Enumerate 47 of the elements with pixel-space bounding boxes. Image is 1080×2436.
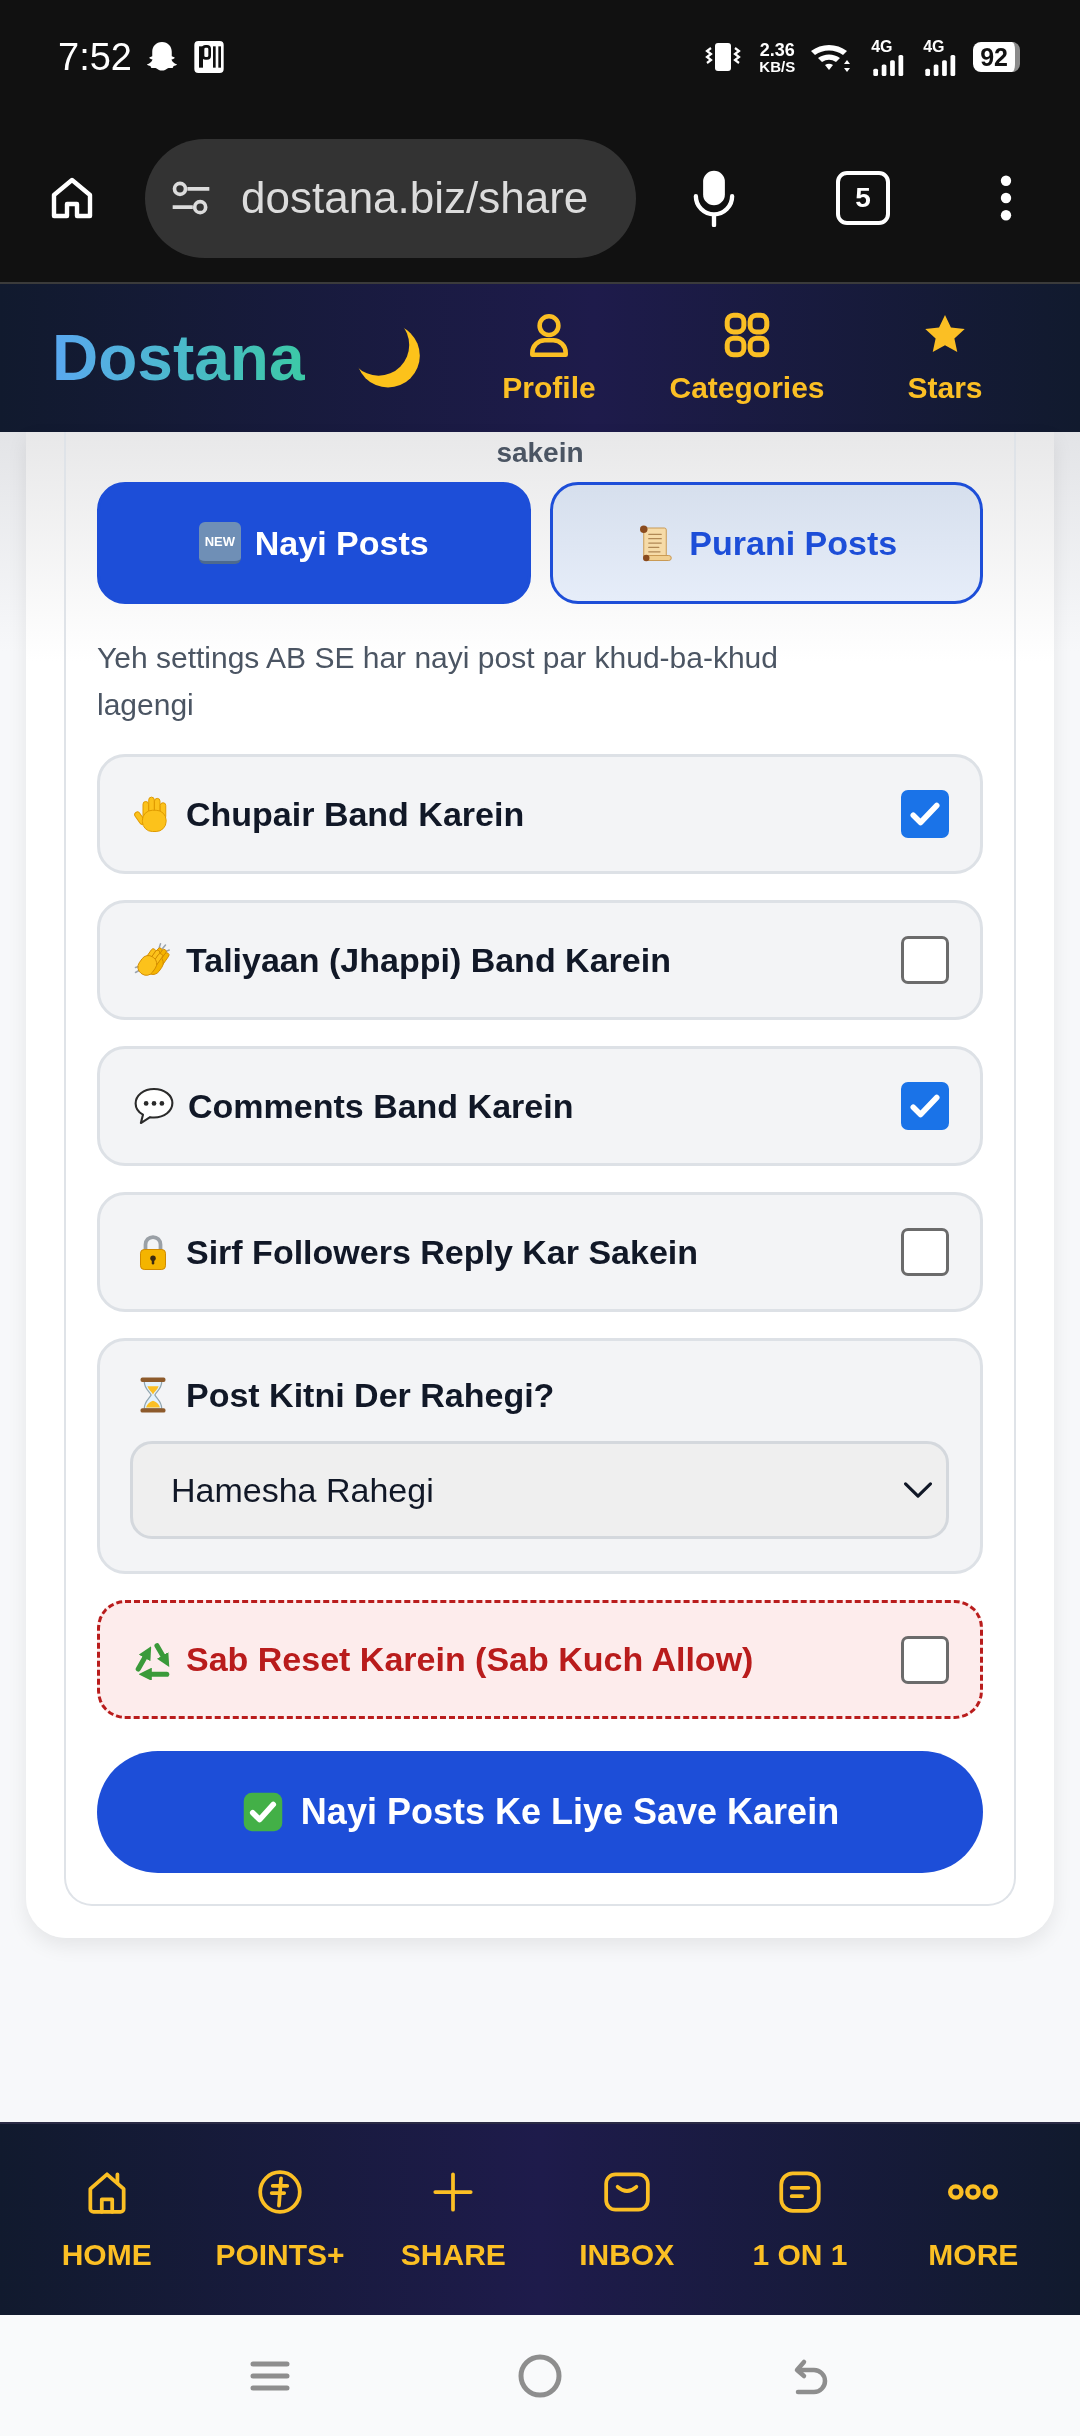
network-speed: 2.36 <box>759 40 795 59</box>
checkbox[interactable] <box>901 936 949 984</box>
speed-unit: KB/S <box>759 58 796 74</box>
clock-time: 7:52 <box>58 38 132 76</box>
tab-button[interactable]: NEW Nayi Posts <box>97 482 531 604</box>
duration-dropdown[interactable]: Hamesha Rahegi <box>130 1441 949 1539</box>
grid-icon <box>722 310 772 360</box>
checkbox[interactable] <box>901 790 949 838</box>
save-button[interactable]: Nayi Posts Ke Liye Save Karein <box>97 1751 983 1873</box>
new-tag: NEW <box>198 522 241 564</box>
bottom-nav-item[interactable]: INBOX <box>540 2166 714 2273</box>
nav-link[interactable]: Stars <box>846 310 1044 406</box>
signal-icon <box>923 54 958 76</box>
setting-label: Taliyaan (Jhappi) Band Karein <box>186 939 671 981</box>
reset-label: Sab Reset Karein (Sab Kuch Allow) <box>186 1639 754 1680</box>
ellipsis-icon <box>948 2183 999 2200</box>
home-circle-icon[interactable] <box>518 2353 562 2398</box>
app-icon <box>193 41 224 73</box>
tab-switcher-button[interactable]: 5 <box>836 171 890 225</box>
nav-link[interactable]: Categories <box>648 310 846 406</box>
checkmark-icon <box>910 802 940 826</box>
speech-bubble-icon <box>133 1085 175 1127</box>
setting-label: Chupair Band Karein <box>186 793 525 835</box>
bottom-nav-item[interactable]: HOME <box>20 2166 194 2273</box>
checkbox[interactable] <box>901 1228 949 1276</box>
more-options-icon[interactable] <box>1000 175 1012 221</box>
bottom-nav-item[interactable]: SHARE <box>366 2166 540 2273</box>
bottom-nav-item[interactable]: POINTS+ <box>193 2166 367 2273</box>
cut-off-text: sakein <box>495 436 585 470</box>
nav-link[interactable]: Profile <box>450 310 648 406</box>
microphone-icon[interactable] <box>692 169 736 227</box>
battery-indicator: 92 <box>973 42 1020 72</box>
setting-label: Comments Band Karein <box>188 1085 574 1127</box>
bottom-nav-item[interactable]: MORE <box>886 2166 1060 2273</box>
checkbox[interactable] <box>901 1635 949 1684</box>
network-type: 4G <box>871 38 893 55</box>
tab-button[interactable]: Purani Posts <box>549 482 983 604</box>
chevron-down-icon <box>904 1482 932 1498</box>
checkmark-icon <box>910 1094 940 1118</box>
address-bar[interactable]: dostana.biz/share <box>145 138 636 258</box>
checkbox[interactable] <box>901 1082 949 1130</box>
signal-icon <box>871 54 906 76</box>
bottom-nav-item[interactable]: 1 ON 1 <box>713 2166 887 2273</box>
setting-label: Sirf Followers Reply Kar Sakein <box>186 1231 699 1273</box>
help-text: Yeh settings AB SE har nayi post par khud-ba-khud lagengi <box>97 640 779 723</box>
duration-label: Post Kitni Der Rahegi? <box>186 1375 555 1416</box>
network-type: 4G <box>923 38 945 55</box>
